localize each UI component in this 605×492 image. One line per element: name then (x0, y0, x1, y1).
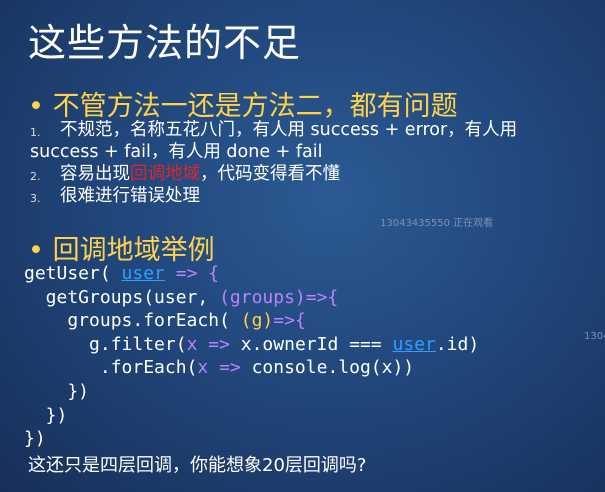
list-item-text: 容易出现 (60, 164, 130, 184)
list-item-text: ，代码变得看不懂 (200, 164, 340, 184)
problem-list: 1. 不规范，名称五花八门，有人用 success + error，有人用 su… (30, 119, 598, 207)
code-block: getUser( user => { getGroups(user, (grou… (24, 262, 479, 451)
code-line-8: }) (24, 428, 46, 450)
code-line-6: }) (24, 380, 90, 402)
list-number: 3. (30, 192, 41, 205)
list-item-text: 很难进行错误处理 (60, 186, 200, 206)
viewer-watermark-edge: 1304 (584, 331, 605, 342)
code-line-3: groups.forEach( (g)=>{ (24, 310, 306, 332)
list-item: 2. 容易出现回调地域，代码变得看不懂 (30, 163, 598, 185)
code-line-2: getGroups(user, (groups)=>{ (24, 286, 339, 308)
list-item-text: 不规范，名称五花八门，有人用 success + error，有人用 (60, 120, 518, 140)
code-line-1: getUser( user => { (24, 263, 220, 284)
code-line-5: .forEach(x => console.log(x)) (24, 357, 415, 379)
bullet-dot: • (28, 91, 44, 122)
list-number: 1. (30, 126, 41, 139)
highlight-text: 回调地域 (130, 164, 200, 184)
bullet-problems: • 不管方法一还是方法二，都有问题 (28, 84, 458, 123)
code-line-7: }) (24, 404, 68, 426)
list-item: 1. 不规范，名称五花八门，有人用 success + error，有人用 (30, 119, 598, 141)
slide-title: 这些方法的不足 (28, 21, 302, 65)
bullet-problems-text: 不管方法一还是方法二，都有问题 (52, 91, 458, 122)
list-item: 3. 很难进行错误处理 (30, 185, 598, 207)
code-line-4: g.filter(x => x.ownerId === user.id) (24, 333, 480, 355)
viewer-watermark: 13043435550 正在观看 (380, 218, 494, 229)
footer-question: 这还只是四层回调，你能想象20层回调吗? (28, 455, 367, 476)
list-item-continuation: success + fail，有人用 done + fail (30, 142, 323, 162)
